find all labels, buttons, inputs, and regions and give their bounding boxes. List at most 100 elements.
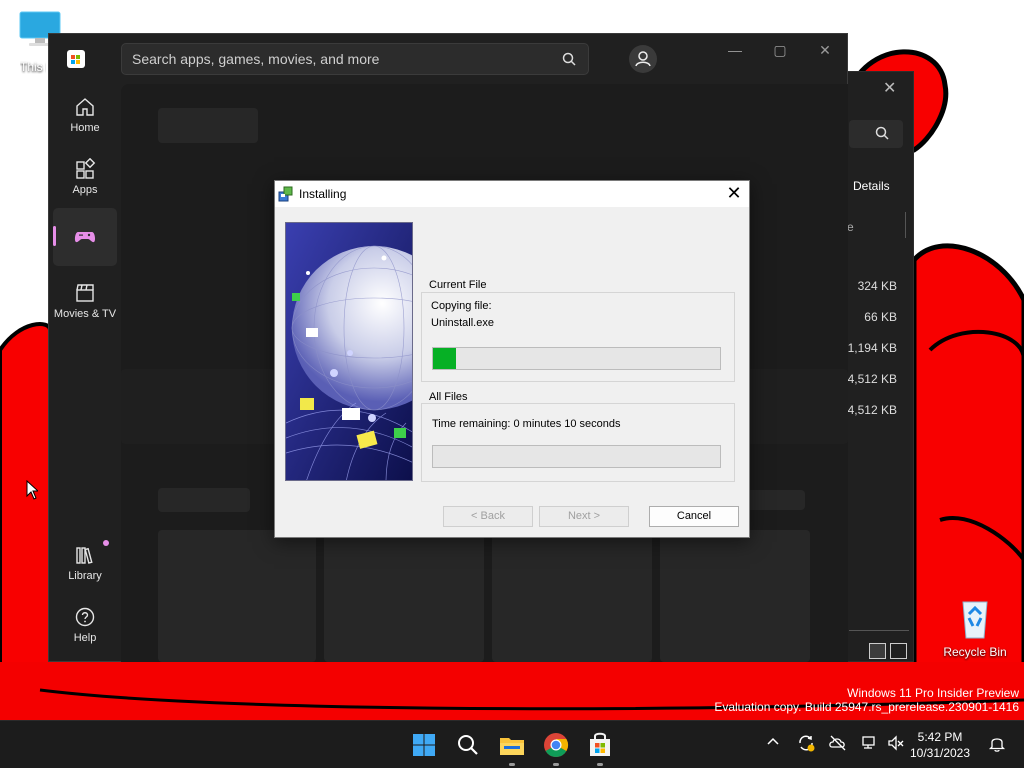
nav-help[interactable]: Help xyxy=(53,598,117,656)
mouse-cursor-icon xyxy=(26,480,38,500)
bell-icon xyxy=(988,738,1006,752)
current-file-progress-bar xyxy=(432,347,721,370)
file-size-cell: 4,512 KB xyxy=(847,403,897,417)
file-size-cell: 11,194 KB xyxy=(841,341,897,355)
gaming-icon xyxy=(74,232,96,243)
recycle-bin-desktop-icon[interactable]: Recycle Bin xyxy=(940,596,1010,659)
column-divider[interactable] xyxy=(905,212,906,238)
dialog-title: Installing xyxy=(299,187,347,201)
start-button[interactable] xyxy=(408,729,440,761)
taskbar: 5:42 PM 10/31/2023 xyxy=(0,720,1024,768)
search-icon xyxy=(458,735,478,755)
loading-placeholder xyxy=(741,490,805,510)
watermark-build: Evaluation copy. Build 25947.rs_prerelea… xyxy=(714,700,1019,714)
file-size-cell: 66 KB xyxy=(864,310,897,324)
current-file-progress-fill xyxy=(433,348,456,369)
apps-icon xyxy=(76,158,96,179)
library-icon xyxy=(76,547,93,564)
current-file-group-title: Current File xyxy=(426,279,490,291)
search-icon[interactable] xyxy=(562,52,576,66)
details-view-button[interactable] xyxy=(869,643,886,659)
sync-icon xyxy=(799,735,815,752)
nav-home-label: Home xyxy=(70,122,100,134)
installer-side-image xyxy=(285,222,413,481)
column-header-fragment[interactable]: e xyxy=(847,220,854,234)
running-indicator xyxy=(553,763,559,766)
volume-tray-button[interactable] xyxy=(886,733,906,756)
nav-apps-label: Apps xyxy=(72,184,98,196)
time-remaining-label: Time remaining: 0 minutes 10 seconds xyxy=(432,418,621,430)
running-indicator xyxy=(509,763,515,766)
account-avatar-button[interactable] xyxy=(629,45,657,73)
close-button[interactable]: ✕ xyxy=(811,42,839,58)
windows-watermark: Windows 11 Pro Insider Preview Evaluatio… xyxy=(714,686,1019,714)
user-icon xyxy=(635,51,651,67)
copying-file-label: Copying file: xyxy=(431,300,492,312)
explorer-search-box[interactable] xyxy=(849,120,903,148)
installing-dialog[interactable]: Installing ✕ Current File Copying file: … xyxy=(274,180,750,538)
chevron-up-icon xyxy=(767,737,779,745)
cancel-button[interactable]: Cancel xyxy=(649,506,739,527)
onedrive-tray-button[interactable] xyxy=(828,733,848,756)
loading-card xyxy=(158,530,316,662)
recycle-bin-icon xyxy=(962,601,988,639)
globe-illustration xyxy=(286,223,412,480)
taskbar-microsoft-store[interactable] xyxy=(584,729,616,766)
show-hidden-icons-button[interactable] xyxy=(766,735,780,752)
taskbar-file-explorer[interactable] xyxy=(496,729,528,766)
details-button[interactable]: Details xyxy=(853,179,890,193)
all-files-group xyxy=(421,403,735,482)
store-sidebar: Home Apps Movies & TV Library Help xyxy=(49,84,121,663)
help-icon xyxy=(75,607,95,627)
minimize-button[interactable]: — xyxy=(721,42,749,58)
nav-home[interactable]: Home xyxy=(53,88,117,146)
home-icon xyxy=(76,98,94,116)
next-button[interactable]: Next > xyxy=(539,506,629,527)
clock-date: 10/31/2023 xyxy=(909,746,971,760)
all-files-progress-bar xyxy=(432,445,721,468)
explorer-close-button[interactable]: ✕ xyxy=(883,78,896,98)
windows-logo-icon xyxy=(413,734,435,756)
movies-icon xyxy=(76,284,94,302)
taskbar-chrome[interactable] xyxy=(540,729,572,766)
store-titlebar[interactable]: Search apps, games, movies, and more — ▢… xyxy=(49,34,849,84)
folder-icon xyxy=(500,738,524,755)
network-icon xyxy=(862,736,875,749)
file-size-cell: 4,512 KB xyxy=(847,372,897,386)
nav-library[interactable]: Library xyxy=(53,536,117,594)
status-bar-divider xyxy=(849,630,909,631)
maximize-button[interactable]: ▢ xyxy=(766,42,794,58)
search-placeholder: Search apps, games, movies, and more xyxy=(132,51,380,67)
loading-placeholder xyxy=(158,108,258,143)
loading-card xyxy=(492,530,652,662)
back-button[interactable]: < Back xyxy=(443,506,533,527)
nav-apps[interactable]: Apps xyxy=(53,150,117,208)
cloud-offline-icon xyxy=(829,735,846,751)
file-size-cell: 324 KB xyxy=(857,279,897,293)
store-logo-icon xyxy=(67,50,85,68)
notifications-button[interactable] xyxy=(988,734,1006,755)
loading-placeholder xyxy=(158,488,250,512)
chrome-icon xyxy=(544,733,569,758)
this-pc-label: This PC xyxy=(20,60,46,74)
taskbar-clock[interactable]: 5:42 PM 10/31/2023 xyxy=(908,729,972,761)
watermark-edition: Windows 11 Pro Insider Preview xyxy=(847,686,1019,700)
dialog-close-button[interactable]: ✕ xyxy=(723,184,745,204)
store-search-input[interactable]: Search apps, games, movies, and more xyxy=(121,43,589,75)
nav-gaming[interactable] xyxy=(53,208,117,266)
loading-card xyxy=(660,530,810,662)
installer-app-icon xyxy=(278,186,293,202)
loading-card xyxy=(324,530,484,662)
recycle-bin-label: Recycle Bin xyxy=(943,645,1007,659)
dialog-titlebar[interactable]: Installing ✕ xyxy=(275,181,749,207)
clock-time: 5:42 PM xyxy=(917,730,963,744)
search-icon xyxy=(875,126,889,140)
update-tray-button[interactable] xyxy=(796,733,816,756)
nav-help-label: Help xyxy=(73,632,97,644)
library-update-badge xyxy=(103,540,109,546)
nav-movies-tv[interactable]: Movies & TV xyxy=(53,274,117,332)
network-tray-button[interactable] xyxy=(860,733,880,756)
tiles-view-button[interactable] xyxy=(890,643,907,659)
nav-movies-label: Movies & TV xyxy=(53,308,117,320)
taskbar-search-button[interactable] xyxy=(452,729,484,761)
